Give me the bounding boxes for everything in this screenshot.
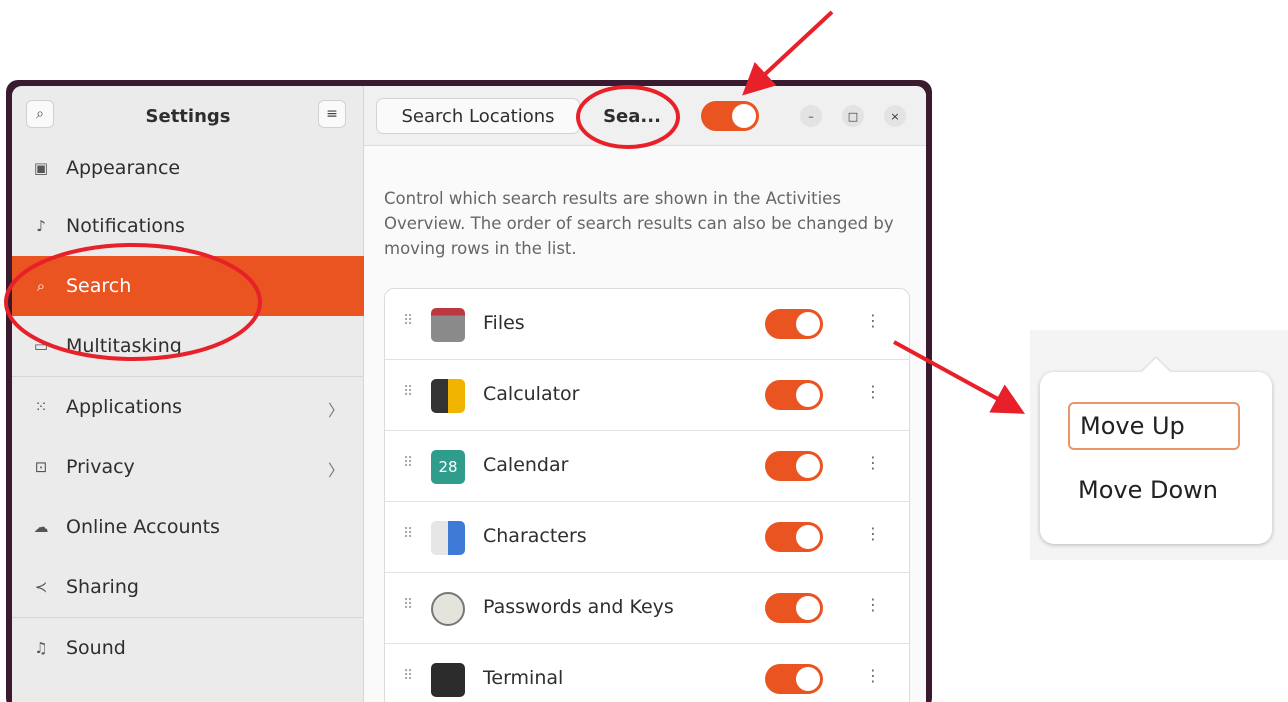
music-note-icon: ♫ xyxy=(34,639,48,657)
cloud-icon: ☁ xyxy=(33,518,49,536)
search-description: Control which search results are shown i… xyxy=(384,189,894,258)
list-item-characters[interactable]: ⠿ Characters ⋮ xyxy=(385,502,909,573)
list-item-terminal[interactable]: ⠿ Terminal ⋮ xyxy=(385,644,909,702)
appearance-icon: ▣ xyxy=(33,159,49,177)
minimize-button[interactable]: – xyxy=(800,105,822,127)
passwords-keys-toggle[interactable] xyxy=(765,593,823,623)
grid-icon: ⁙ xyxy=(34,398,48,416)
menu-button[interactable]: ≡ xyxy=(318,100,346,128)
sidebar-item-search[interactable]: ⌕ Search xyxy=(12,256,364,316)
header-bar: Search Locations Sea... – □ × xyxy=(364,86,926,146)
maximize-button[interactable]: □ xyxy=(842,105,864,127)
chevron-right-icon: 〉 xyxy=(327,401,344,420)
more-options-icon[interactable]: ⋮ xyxy=(865,453,881,472)
settings-window: ⌕ Settings ≡ ▣ Appearance ♪ Notification… xyxy=(12,86,926,702)
tab-search-locations[interactable]: Search Locations xyxy=(376,98,580,134)
drag-handle-icon[interactable]: ⠿ xyxy=(403,455,413,471)
sidebar-item-label: Multitasking xyxy=(66,335,182,357)
sidebar-item-sharing[interactable]: ≺ Sharing xyxy=(12,557,364,617)
files-folder-icon xyxy=(431,308,465,342)
more-options-icon[interactable]: ⋮ xyxy=(865,311,881,330)
toggle-knob xyxy=(796,383,820,407)
search-panel: Search Locations Sea... – □ × Control wh… xyxy=(364,86,926,702)
list-item-calendar[interactable]: ⠿ 28 Calendar ⋮ xyxy=(385,431,909,502)
lock-icon: ⊡ xyxy=(34,458,48,476)
share-icon: ≺ xyxy=(34,578,48,596)
minimize-icon: – xyxy=(808,109,814,123)
terminal-icon xyxy=(431,663,465,697)
toggle-knob xyxy=(796,454,820,478)
list-item-label: Calendar xyxy=(483,454,569,476)
list-item-files[interactable]: ⠿ Files ⋮ xyxy=(385,289,909,360)
tab-search[interactable]: Sea... xyxy=(588,98,676,134)
close-icon: × xyxy=(890,109,900,123)
more-options-icon[interactable]: ⋮ xyxy=(865,595,881,614)
sidebar-item-appearance[interactable]: ▣ Appearance xyxy=(12,140,364,196)
passwords-keys-icon xyxy=(431,592,465,626)
calculator-toggle[interactable] xyxy=(765,380,823,410)
drag-handle-icon[interactable]: ⠿ xyxy=(403,313,413,329)
more-options-icon[interactable]: ⋮ xyxy=(865,524,881,543)
toggle-arrow xyxy=(742,10,834,96)
search-icon: ⌕ xyxy=(36,277,46,295)
sidebar-item-multitasking[interactable]: ▭ Multitasking xyxy=(12,316,364,376)
drag-handle-icon[interactable]: ⠿ xyxy=(403,526,413,542)
characters-toggle[interactable] xyxy=(765,522,823,552)
multitasking-icon: ▭ xyxy=(33,337,49,355)
sidebar-item-label: Sound xyxy=(66,637,126,659)
sidebar-item-notifications[interactable]: ♪ Notifications xyxy=(12,196,364,256)
sidebar-title: Settings xyxy=(145,106,231,127)
more-options-icon[interactable]: ⋮ xyxy=(865,382,881,401)
sidebar-item-label: Search xyxy=(66,275,132,297)
sidebar-item-online-accounts[interactable]: ☁ Online Accounts xyxy=(12,497,364,557)
drag-handle-icon[interactable]: ⠿ xyxy=(403,384,413,400)
list-item-label: Passwords and Keys xyxy=(483,596,674,618)
list-item-label: Calculator xyxy=(483,383,580,405)
more-options-icon[interactable]: ⋮ xyxy=(865,666,881,685)
bell-icon: ♪ xyxy=(36,217,46,235)
toggle-knob xyxy=(796,596,820,620)
sidebar-item-label: Online Accounts xyxy=(66,516,220,538)
sidebar-item-applications[interactable]: ⁙ Applications 〉 xyxy=(12,377,364,437)
move-up-menu-item[interactable]: Move Up xyxy=(1068,402,1240,450)
maximize-icon: □ xyxy=(847,109,859,123)
calculator-icon xyxy=(431,379,465,413)
sidebar-item-sound[interactable]: ♫ Sound xyxy=(12,618,364,678)
calendar-toggle[interactable] xyxy=(765,451,823,481)
chevron-right-icon: 〉 xyxy=(327,461,344,480)
list-item-label: Characters xyxy=(483,525,587,547)
sidebar-item-privacy[interactable]: ⊡ Privacy 〉 xyxy=(12,437,364,497)
toggle-knob xyxy=(732,104,756,128)
drag-handle-icon[interactable]: ⠿ xyxy=(403,668,413,684)
toggle-knob xyxy=(796,667,820,691)
toggle-knob xyxy=(796,525,820,549)
search-master-toggle[interactable] xyxy=(701,101,759,131)
move-down-menu-item[interactable]: Move Down xyxy=(1068,466,1240,514)
sidebar-item-label: Appearance xyxy=(66,157,181,179)
sidebar-item-label: Notifications xyxy=(66,215,185,237)
hamburger-menu-icon: ≡ xyxy=(326,106,338,122)
calendar-icon: 28 xyxy=(431,450,465,484)
search-provider-list: ⠿ Files ⋮ ⠿ Calculator ⋮ ⠿ 28 Calendar ⋮ xyxy=(384,288,910,702)
sidebar: ⌕ Settings ≡ ▣ Appearance ♪ Notification… xyxy=(12,86,364,702)
close-button[interactable]: × xyxy=(884,105,906,127)
list-item-calculator[interactable]: ⠿ Calculator ⋮ xyxy=(385,360,909,431)
row-options-popover: Move Up Move Down xyxy=(1040,372,1272,544)
sidebar-item-label: Sharing xyxy=(66,576,139,598)
sidebar-item-label: Applications xyxy=(66,396,183,418)
drag-handle-icon[interactable]: ⠿ xyxy=(403,597,413,613)
list-item-label: Files xyxy=(483,312,525,334)
list-item-label: Terminal xyxy=(483,667,564,689)
sidebar-list: ▣ Appearance ♪ Notifications ⌕ Search ▭ … xyxy=(12,140,364,678)
terminal-toggle[interactable] xyxy=(765,664,823,694)
sidebar-item-label: Privacy xyxy=(66,456,135,478)
toggle-knob xyxy=(796,312,820,336)
characters-icon xyxy=(431,521,465,555)
list-item-passwords-and-keys[interactable]: ⠿ Passwords and Keys ⋮ xyxy=(385,573,909,644)
sidebar-header: ⌕ Settings ≡ xyxy=(12,86,363,146)
files-toggle[interactable] xyxy=(765,309,823,339)
